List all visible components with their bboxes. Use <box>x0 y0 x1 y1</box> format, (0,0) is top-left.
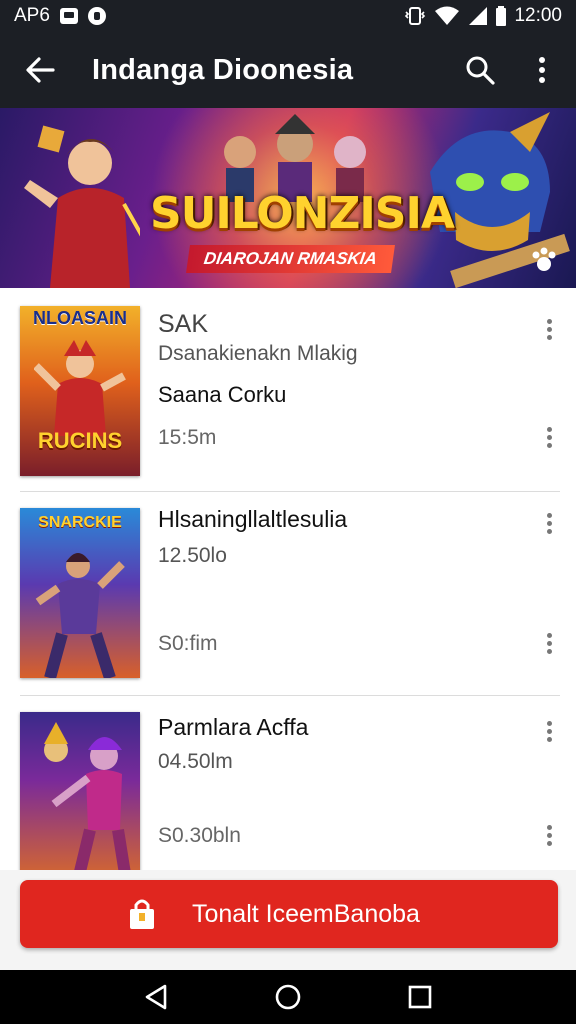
cover-hero-illustration <box>34 340 126 436</box>
system-nav-bar <box>0 970 576 1024</box>
search-button[interactable] <box>460 50 500 90</box>
list-item[interactable]: NLOASAIN RUCINS SAK Dsanakienakn Mlakig … <box>0 288 576 492</box>
square-recents-icon <box>408 985 432 1009</box>
item-cover[interactable] <box>20 712 140 870</box>
item-action-button[interactable] <box>538 630 560 656</box>
shopping-bag-icon <box>130 899 154 929</box>
item-list: NLOASAIN RUCINS SAK Dsanakienakn Mlakig … <box>0 288 576 870</box>
signal-icon <box>469 7 488 25</box>
circle-home-icon <box>275 984 301 1010</box>
nav-home-button[interactable] <box>268 977 308 1017</box>
item-cover[interactable]: NLOASAIN RUCINS <box>20 306 140 476</box>
item-subtitle: 12.50lo <box>158 544 227 567</box>
arrow-left-icon <box>26 57 55 83</box>
carrier-label: AP6 <box>14 5 50 26</box>
buy-button[interactable]: Tonalt IceemBanoba <box>20 880 558 948</box>
cover-subtitle: RUCINS <box>37 428 123 453</box>
more-vert-icon <box>539 57 545 83</box>
app-bar: Indanga Dioonesia <box>0 32 576 108</box>
banner-subtitle: DIAROJAN RMASKIA <box>185 245 395 273</box>
overflow-menu-button[interactable] <box>522 50 562 90</box>
item-name: Saana Corku <box>158 382 287 407</box>
cover-title: NLOASAIN <box>33 308 127 328</box>
banner-logo: SUILONZISIA DIAROJAN RMASKIA <box>150 188 455 273</box>
item-subtitle: 04.50lm <box>158 750 233 773</box>
status-bar: AP6 12:00 <box>0 0 576 32</box>
item-value: S0.30bln <box>158 824 241 847</box>
triangle-back-icon <box>145 984 167 1010</box>
item-cover[interactable]: SNARCKIE <box>20 508 140 678</box>
item-action-button[interactable] <box>538 424 560 450</box>
buy-button-label: Tonalt IceemBanoba <box>192 899 420 928</box>
item-more-button[interactable] <box>538 316 560 342</box>
item-subtitle: Dsanakienakn Mlakig <box>158 342 358 365</box>
nav-back-button[interactable] <box>136 977 176 1017</box>
list-item[interactable]: Parmlara Acffa 04.50lm S0.30bln <box>0 696 576 870</box>
cover-title: SNARCKIE <box>38 514 122 531</box>
item-value: S0:fim <box>158 632 218 655</box>
vibrate-icon <box>405 7 426 25</box>
clock: 12:00 <box>514 5 562 26</box>
list-item[interactable]: SNARCKIE Hlsaningllaltlesulia 12.50lo S0… <box>0 492 576 696</box>
item-title: SAK <box>158 310 209 338</box>
battery-icon <box>496 6 507 26</box>
featured-banner[interactable]: SUILONZISIA DIAROJAN RMASKIA <box>0 108 576 288</box>
banner-hero-left-illustration <box>24 125 140 288</box>
page-title: Indanga Dioonesia <box>92 53 354 86</box>
item-action-button[interactable] <box>538 822 560 848</box>
wifi-icon <box>435 6 460 25</box>
back-button[interactable] <box>20 50 60 90</box>
nav-recents-button[interactable] <box>400 977 440 1017</box>
cover-hero-illustration <box>35 553 125 678</box>
item-more-button[interactable] <box>538 718 560 744</box>
app-notification-icon <box>87 7 106 25</box>
notification-icon <box>59 8 78 24</box>
banner-title: SUILONZISIA <box>150 188 455 239</box>
item-title: Hlsaningllaltlesulia <box>158 506 348 532</box>
item-value: 15:5m <box>158 426 217 449</box>
paw-icon <box>532 247 556 271</box>
cover-hero-illustration <box>44 722 131 870</box>
item-title: Parmlara Acffa <box>158 714 309 740</box>
item-more-button[interactable] <box>538 510 560 536</box>
search-icon <box>466 56 495 85</box>
